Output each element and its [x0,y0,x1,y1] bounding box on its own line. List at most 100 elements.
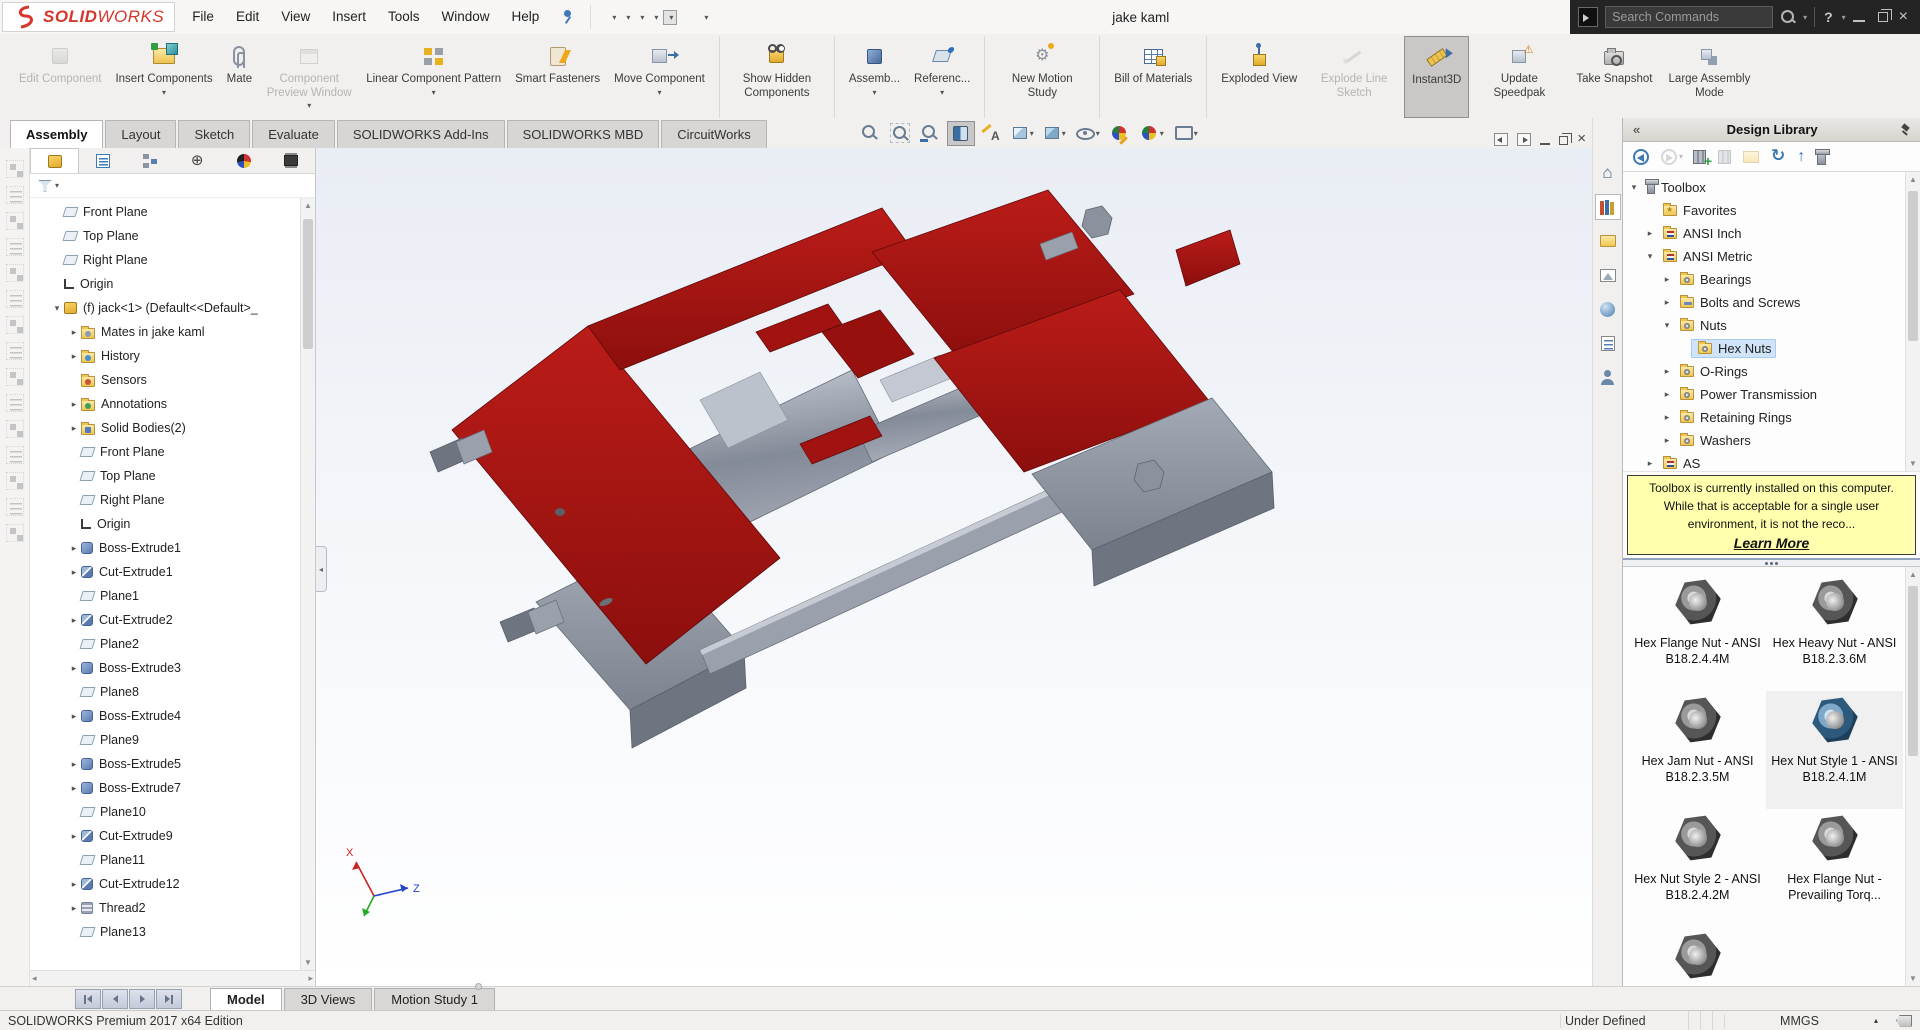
left-toolbar-button[interactable] [6,290,24,308]
scroll-down-icon[interactable]: ▼ [1909,971,1917,986]
feature-tree-item[interactable]: ▸ Cut-Extrude2 [30,608,300,632]
pin-panel-icon[interactable] [1900,123,1914,137]
manager-tab[interactable] [174,148,221,173]
library-toolbar-button[interactable] [1797,148,1807,166]
library-item[interactable]: Hex Flange Nut - ANSI B18.2.4.4M [1629,573,1766,691]
library-toolbar-button[interactable] [1817,149,1828,165]
manager-tab[interactable] [126,148,173,173]
library-tree-item[interactable]: ▸ O-Rings [1623,360,1905,383]
ribbon-button[interactable]: Component Preview Window ▾ [259,36,359,118]
tree-vertical-scrollbar[interactable]: ▲ ▼ [300,198,315,970]
task-pane-tab[interactable] [1595,160,1621,186]
dropdown-caret[interactable]: ▾ [940,88,944,97]
feature-tree-item[interactable]: ▾ (f) jack<1> (Default<<Default>_ [30,296,300,320]
library-items-scrollbar[interactable]: ▲ ▼ [1905,567,1920,986]
feature-tree-item[interactable]: ▸ Boss-Extrude4 [30,704,300,728]
scrollbar-thumb[interactable] [303,219,313,349]
filter-funnel-icon[interactable] [38,180,52,192]
viewport-collapse-handle[interactable]: ◂ [316,546,327,592]
feature-tree-item[interactable]: Plane1 [30,584,300,608]
library-toolbar-button[interactable] [1743,151,1761,163]
ribbon-button[interactable]: Referenc... ▾ [907,36,985,118]
expand-caret[interactable]: ▸ [67,567,81,578]
library-tree-item[interactable]: Favorites [1623,199,1905,222]
document-tab[interactable]: Model [210,988,282,1010]
command-tab[interactable]: Evaluate [252,120,335,148]
dropdown-caret[interactable]: ▾ [1030,129,1034,138]
dropdown-caret[interactable]: ▾ [640,13,644,22]
document-tab[interactable]: Motion Study 1 [374,988,495,1010]
feature-tree-item[interactable]: ▸ Thread2 [30,896,300,920]
first-tab-button[interactable] [75,989,101,1009]
library-tree-scrollbar[interactable]: ▲ ▼ [1905,172,1920,471]
dropdown-caret[interactable]: ▾ [1096,129,1100,138]
command-tab[interactable]: Layout [105,120,176,148]
library-item[interactable]: Hex Jam Nut - ANSI B18.2.3.5M [1629,691,1766,809]
ribbon-button[interactable]: Edit Component [12,36,108,118]
pin-menu-icon[interactable] [558,8,576,26]
next-tab-button[interactable] [129,989,155,1009]
left-toolbar-button[interactable] [6,498,24,516]
library-toolbar-button[interactable] [1633,149,1651,165]
filter-dropdown-caret[interactable]: ▾ [55,181,59,190]
splitter-handle[interactable] [475,983,482,990]
ribbon-button[interactable]: Show Hidden Components [727,36,835,118]
library-tree-item[interactable]: Hex Nuts [1623,337,1905,360]
library-item[interactable]: Hex Nut Style 1 - ANSI B18.2.4.1M [1766,691,1903,809]
feature-tree-item[interactable]: Right Plane [30,488,300,512]
expand-caret[interactable]: ▸ [1660,389,1674,400]
library-item[interactable]: Hex Nut Style 2 - ANSI B18.2.4.2M [1629,809,1766,927]
feature-tree-item[interactable]: Sensors [30,368,300,392]
feature-tree-item[interactable]: Plane11 [30,848,300,872]
expand-caret[interactable]: ▾ [1660,320,1674,331]
scroll-up-icon[interactable]: ▲ [1909,172,1917,187]
feature-tree-item[interactable]: ▸ Boss-Extrude1 [30,536,300,560]
ribbon-button[interactable]: Bill of Materials [1107,36,1207,118]
expand-caret[interactable]: ▾ [1627,182,1641,193]
dropdown-caret[interactable]: ▾ [612,13,616,22]
quick-access-button[interactable] [597,15,605,19]
expand-caret[interactable]: ▾ [50,303,64,314]
scroll-down-icon[interactable]: ▼ [304,955,312,970]
library-toolbar-button[interactable] [1693,150,1708,164]
feature-tree-item[interactable]: Origin [30,512,300,536]
feature-tree-item[interactable]: ▸ Boss-Extrude7 [30,776,300,800]
task-pane-tab[interactable] [1595,228,1621,254]
expand-caret[interactable]: ▸ [67,879,81,890]
last-tab-button[interactable] [156,989,182,1009]
close-doc-icon[interactable] [1577,130,1586,148]
ribbon-button[interactable]: Linear Component Pattern ▾ [359,36,508,118]
feature-tree-item[interactable]: Top Plane [30,224,300,248]
headsup-button[interactable]: ▾ [1008,121,1037,145]
feature-tree-item[interactable]: ▸ Mates in jake kaml [30,320,300,344]
library-item[interactable]: Hex Heavy Nut - ANSI B18.2.3.6M [1766,573,1903,691]
expand-caret[interactable]: ▸ [67,351,81,362]
left-toolbar-button[interactable] [6,342,24,360]
document-tab[interactable]: 3D Views [284,988,373,1010]
dropdown-caret[interactable]: ▾ [657,88,661,97]
command-tab[interactable]: SOLIDWORKS Add-Ins [337,120,505,148]
quick-access-button[interactable]: ▾ [699,11,711,24]
dropdown-caret[interactable]: ▾ [1062,129,1066,138]
expand-caret[interactable]: ▸ [1643,458,1657,469]
units-dropdown-caret[interactable]: ▴ [1874,1016,1878,1025]
feature-tree-item[interactable]: Front Plane [30,200,300,224]
search-commands-input[interactable] [1605,6,1773,28]
manager-tab[interactable] [268,148,315,173]
library-tree-item[interactable]: ▸ AS [1623,452,1905,471]
tree-horizontal-scrollbar[interactable]: ◂ ▸ [30,970,315,986]
scroll-up-icon[interactable]: ▲ [304,198,312,213]
graphics-viewport[interactable]: X Z ◂ [316,148,1592,986]
panel-splitter[interactable] [1623,558,1920,567]
task-pane-tab[interactable] [1595,364,1621,390]
dropdown-caret[interactable]: ▾ [1160,129,1164,138]
dropdown-caret[interactable]: ▾ [432,88,436,97]
left-toolbar-button[interactable] [6,316,24,334]
feature-tree-item[interactable]: ▸ Cut-Extrude9 [30,824,300,848]
menu-item[interactable]: Tools [377,0,431,34]
scrollbar-thumb[interactable] [1908,191,1918,341]
scrollbar-thumb[interactable] [1908,586,1918,756]
ribbon-button[interactable]: Exploded View [1214,36,1304,118]
quick-access-button[interactable]: ▾ [621,11,633,24]
headsup-button[interactable] [857,121,884,145]
